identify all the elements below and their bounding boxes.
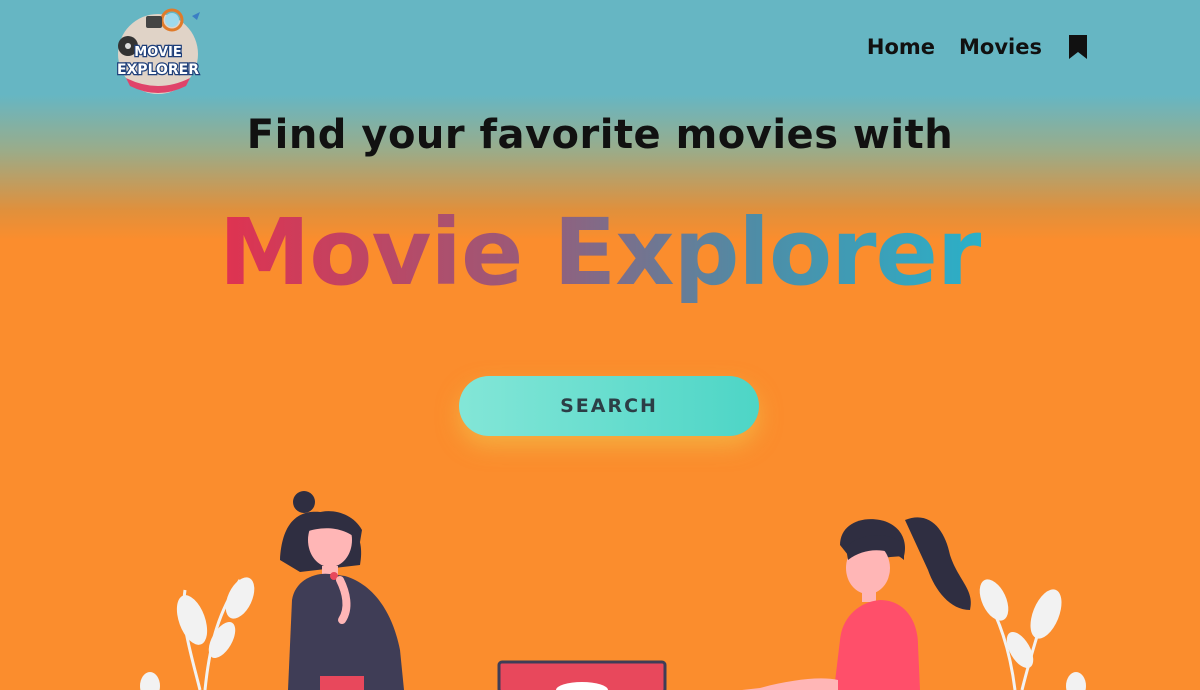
hero-illustration [140, 491, 1086, 690]
hero-headline: Find your favorite movies with [246, 112, 954, 158]
bookmark-icon[interactable] [1068, 34, 1088, 60]
logo-text-explorer: EXPLORER [117, 62, 199, 78]
search-button[interactable]: SEARCH [459, 376, 759, 436]
right-person-illustration [742, 517, 971, 690]
left-person-illustration [280, 491, 404, 690]
right-plant-illustration [979, 579, 1086, 690]
nav-movies-link[interactable]: Movies [959, 35, 1042, 59]
rocket-icon [192, 12, 200, 20]
laptop-illustration [497, 660, 667, 690]
nav-home-link[interactable]: Home [867, 35, 935, 59]
left-plant-illustration [140, 577, 255, 690]
main-nav: Home Movies [867, 34, 1088, 60]
hero-brand-title: Movie Explorer [0, 198, 1200, 308]
site-logo[interactable]: MOVIE EXPLORER [108, 4, 208, 100]
brand-text: Movie Explorer [218, 199, 983, 306]
camera-icon [146, 16, 162, 28]
logo-text-movie: MOVIE [134, 45, 181, 60]
